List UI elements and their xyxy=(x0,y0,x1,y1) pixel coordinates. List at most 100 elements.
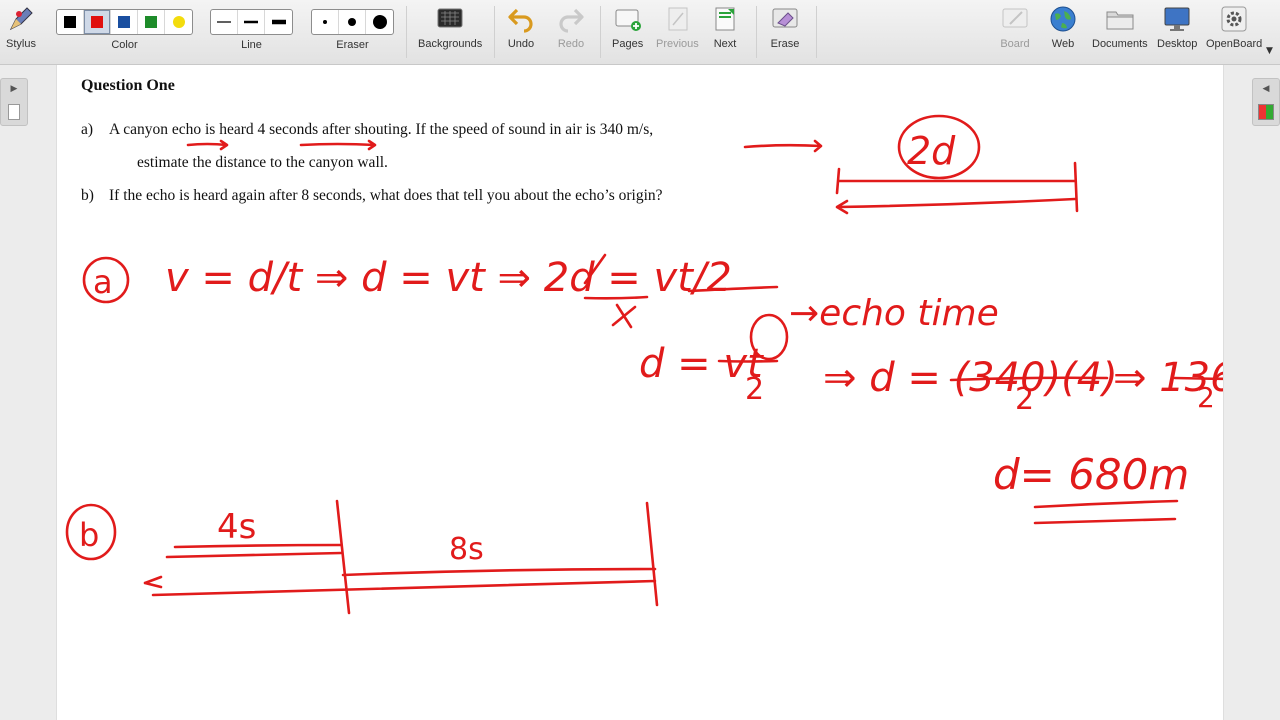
substitution-line: ⇒ d = (340)(4) xyxy=(823,355,1118,401)
globe-icon xyxy=(1048,4,1078,34)
swatch-black[interactable] xyxy=(57,10,84,34)
stylus-icon xyxy=(6,4,36,34)
question-part-b: b) If the echo is heard again after 8 se… xyxy=(81,179,841,212)
line-thick[interactable] xyxy=(265,10,292,34)
label-b: b xyxy=(79,516,99,554)
segment-label-4s: 4s xyxy=(217,507,256,547)
previous-label: Previous xyxy=(656,38,699,50)
swatch-green[interactable] xyxy=(138,10,165,34)
denominator-3: 2 xyxy=(1015,382,1034,417)
eraser-medium[interactable] xyxy=(339,10,366,34)
segment-8s-lines xyxy=(143,567,657,597)
denominator-2: 2 xyxy=(745,372,764,407)
stylus-tool[interactable]: Stylus xyxy=(6,4,36,50)
part-a-line2: estimate the distance to the canyon wall… xyxy=(137,154,388,171)
board-icon xyxy=(1000,4,1030,34)
line-group: Line xyxy=(210,4,293,51)
label-a: a xyxy=(93,263,113,301)
web-label: Web xyxy=(1051,38,1075,50)
desktop-label: Desktop xyxy=(1157,38,1198,50)
erase-icon xyxy=(770,4,800,34)
redo-icon xyxy=(556,4,586,34)
wall-diagram-top xyxy=(835,161,1079,213)
next-button[interactable]: Next xyxy=(710,4,740,50)
formula-line-1: v = d/t ⇒ d = vt ⇒ 2d = vt/2 xyxy=(165,255,732,301)
eraser-small[interactable] xyxy=(312,10,339,34)
toolbar-overflow-arrow[interactable]: ▼ xyxy=(1266,46,1273,56)
previous-button[interactable]: Previous xyxy=(656,4,699,50)
eraser-label: Eraser xyxy=(336,39,369,51)
segment-4s-lines xyxy=(165,543,343,559)
fraction-bar-2 xyxy=(717,359,779,363)
segment-second-wall xyxy=(645,501,659,607)
add-page-icon xyxy=(613,4,643,34)
answer: d= 680m xyxy=(993,450,1189,499)
question-title: Question One xyxy=(81,77,175,94)
web-button[interactable]: Web xyxy=(1048,4,1078,50)
segment-first-wall xyxy=(335,499,351,615)
undo-button[interactable]: Undo xyxy=(506,4,536,50)
openboard-button[interactable]: OpenBoard xyxy=(1206,4,1262,50)
erase-button[interactable]: Erase xyxy=(770,4,800,50)
line-widths xyxy=(210,9,293,35)
cancel-strokes xyxy=(583,253,637,329)
gear-icon xyxy=(1219,4,1249,34)
right-palette-tab[interactable]: ◀ xyxy=(1252,78,1280,126)
formula-line-2: d = vt xyxy=(639,341,764,387)
erase-label: Erase xyxy=(770,38,800,50)
color-group: Color xyxy=(56,4,193,51)
two-d-circle xyxy=(897,114,981,180)
desktop-button[interactable]: Desktop xyxy=(1157,4,1197,50)
line-label: Line xyxy=(241,39,262,51)
part-b-text: If the echo is heard again after 8 secon… xyxy=(109,187,663,204)
t-circle xyxy=(749,313,789,361)
part-a-letter: a) xyxy=(81,121,94,138)
folder-icon xyxy=(1105,4,1135,34)
backgrounds-tool[interactable]: Backgrounds xyxy=(418,4,482,50)
color-label: Color xyxy=(111,39,138,51)
segment-label-8s: 8s xyxy=(449,532,484,567)
label-b-circle xyxy=(65,503,117,561)
fraction-bar-1 xyxy=(583,285,779,300)
board-button[interactable]: Board xyxy=(1000,4,1030,50)
backgrounds-label: Backgrounds xyxy=(418,38,483,50)
widgets-icon xyxy=(1258,104,1274,120)
documents-button[interactable]: Documents xyxy=(1092,4,1148,50)
next-label: Next xyxy=(713,38,737,50)
swatch-red[interactable] xyxy=(84,10,111,34)
previous-page-icon xyxy=(662,4,692,34)
undo-icon xyxy=(506,4,536,34)
arrow-1360: ⇒ 1360 xyxy=(1113,355,1223,401)
eraser-large[interactable] xyxy=(366,10,393,34)
board-label: Board xyxy=(1000,38,1030,50)
echo-time-label: →echo time xyxy=(789,293,999,334)
next-page-icon xyxy=(710,4,740,34)
backgrounds-icon xyxy=(435,4,465,34)
part-b-letter: b) xyxy=(81,187,94,204)
label-a-circle xyxy=(82,256,130,304)
expand-left-icon: ◀ xyxy=(1262,84,1270,94)
color-swatches xyxy=(56,9,193,35)
part-a-line1: A canyon echo is heard 4 seconds after s… xyxy=(109,121,654,138)
openboard-label: OpenBoard xyxy=(1206,38,1263,50)
line-medium[interactable] xyxy=(238,10,265,34)
fraction-bar-4 xyxy=(1173,376,1223,381)
library-icon xyxy=(8,104,20,120)
question-part-a: a) A canyon echo is heard 4 seconds afte… xyxy=(81,113,841,179)
wall-diagram-return xyxy=(835,197,1077,215)
swatch-yellow[interactable] xyxy=(165,10,192,34)
pages-button[interactable]: Pages xyxy=(612,4,643,50)
answer-underline xyxy=(1033,499,1179,525)
undo-label: Undo xyxy=(507,38,535,50)
expand-right-icon: ▶ xyxy=(10,84,18,94)
board-canvas[interactable]: Question One a) A canyon echo is heard 4… xyxy=(56,65,1224,720)
line-thin[interactable] xyxy=(211,10,238,34)
redo-button[interactable]: Redo xyxy=(556,4,586,50)
eraser-sizes xyxy=(311,9,394,35)
left-palette-tab[interactable]: ▶ xyxy=(0,78,28,126)
redo-label: Redo xyxy=(557,38,585,50)
swatch-blue[interactable] xyxy=(111,10,138,34)
documents-label: Documents xyxy=(1092,38,1148,50)
toolbar: Stylus Color Line Eraser Backgrounds Und… xyxy=(0,0,1280,65)
two-d-label: 2d xyxy=(907,129,956,173)
